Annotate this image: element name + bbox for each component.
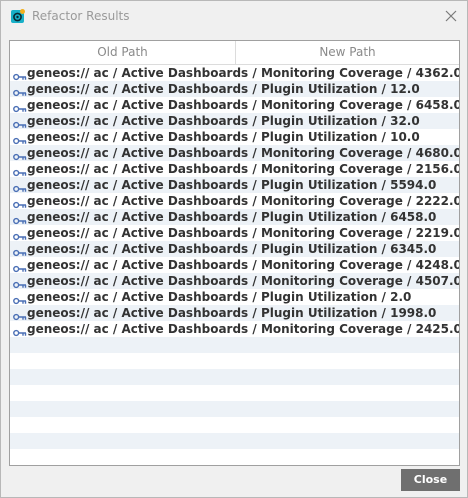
empty-row — [10, 417, 459, 433]
key-icon — [13, 69, 27, 81]
row-path-text: geneos:// ac / Active Dashboards / Plugi… — [27, 290, 412, 304]
refactor-results-window: Refactor Results Old Path New Path geneo… — [0, 0, 468, 498]
key-icon — [13, 165, 27, 177]
key-icon — [13, 117, 27, 129]
key-icon — [13, 277, 27, 289]
empty-row — [10, 369, 459, 385]
row-path-text: geneos:// ac / Active Dashboards / Plugi… — [27, 242, 437, 256]
empty-row — [10, 401, 459, 417]
row-path-text: geneos:// ac / Active Dashboards / Monit… — [27, 274, 460, 288]
table-row[interactable]: geneos:// ac / Active Dashboards / Plugi… — [10, 177, 459, 193]
table-row[interactable]: geneos:// ac / Active Dashboards / Plugi… — [10, 305, 459, 321]
key-icon — [13, 85, 27, 97]
table-row[interactable]: geneos:// ac / Active Dashboards / Plugi… — [10, 81, 459, 97]
empty-row — [10, 337, 459, 353]
column-header-old-path[interactable]: Old Path — [10, 41, 235, 64]
empty-row — [10, 449, 459, 465]
table-row[interactable]: geneos:// ac / Active Dashboards / Plugi… — [10, 113, 459, 129]
row-path-text: geneos:// ac / Active Dashboards / Monit… — [27, 98, 460, 112]
title-bar: Refactor Results — [1, 1, 467, 33]
row-path-text: geneos:// ac / Active Dashboards / Plugi… — [27, 82, 420, 96]
table-row[interactable]: geneos:// ac / Active Dashboards / Monit… — [10, 225, 459, 241]
window-title: Refactor Results — [32, 9, 130, 23]
key-icon — [13, 309, 27, 321]
close-button[interactable]: Close — [401, 469, 460, 491]
table-row[interactable]: geneos:// ac / Active Dashboards / Monit… — [10, 161, 459, 177]
key-icon — [13, 197, 27, 209]
key-icon — [13, 181, 27, 193]
row-path-text: geneos:// ac / Active Dashboards / Plugi… — [27, 114, 420, 128]
empty-row — [10, 433, 459, 449]
table-row[interactable]: geneos:// ac / Active Dashboards / Monit… — [10, 97, 459, 113]
results-table: Old Path New Path geneos:// ac / Active … — [9, 40, 460, 466]
empty-row — [10, 385, 459, 401]
key-icon — [13, 245, 27, 257]
table-row[interactable]: geneos:// ac / Active Dashboards / Plugi… — [10, 241, 459, 257]
table-row[interactable]: geneos:// ac / Active Dashboards / Monit… — [10, 145, 459, 161]
empty-row — [10, 465, 459, 466]
row-path-text: geneos:// ac / Active Dashboards / Monit… — [27, 194, 460, 208]
table-row[interactable]: geneos:// ac / Active Dashboards / Plugi… — [10, 129, 459, 145]
row-path-text: geneos:// ac / Active Dashboards / Monit… — [27, 162, 460, 176]
row-path-text: geneos:// ac / Active Dashboards / Monit… — [27, 258, 460, 272]
table-row[interactable]: geneos:// ac / Active Dashboards / Monit… — [10, 257, 459, 273]
table-row[interactable]: geneos:// ac / Active Dashboards / Monit… — [10, 321, 459, 337]
key-icon — [13, 101, 27, 113]
key-icon — [13, 229, 27, 241]
column-header-new-path[interactable]: New Path — [236, 41, 459, 64]
table-row[interactable]: geneos:// ac / Active Dashboards / Plugi… — [10, 209, 459, 225]
key-icon — [13, 261, 27, 273]
table-row[interactable]: geneos:// ac / Active Dashboards / Monit… — [10, 65, 459, 81]
row-path-text: geneos:// ac / Active Dashboards / Monit… — [27, 322, 460, 336]
close-icon[interactable] — [443, 8, 459, 24]
table-header: Old Path New Path — [10, 41, 459, 65]
row-path-text: geneos:// ac / Active Dashboards / Plugi… — [27, 210, 437, 224]
row-path-text: geneos:// ac / Active Dashboards / Monit… — [27, 146, 460, 160]
key-icon — [13, 325, 27, 337]
app-icon — [11, 9, 25, 23]
key-icon — [13, 133, 27, 145]
key-icon — [13, 213, 27, 225]
key-icon — [13, 293, 27, 305]
table-row[interactable]: geneos:// ac / Active Dashboards / Monit… — [10, 273, 459, 289]
table-empty-area — [10, 337, 459, 466]
table-row[interactable]: geneos:// ac / Active Dashboards / Monit… — [10, 193, 459, 209]
row-path-text: geneos:// ac / Active Dashboards / Plugi… — [27, 306, 437, 320]
empty-row — [10, 353, 459, 369]
row-path-text: geneos:// ac / Active Dashboards / Plugi… — [27, 178, 437, 192]
row-path-text: geneos:// ac / Active Dashboards / Monit… — [27, 226, 460, 240]
row-path-text: geneos:// ac / Active Dashboards / Monit… — [27, 66, 460, 80]
table-body: geneos:// ac / Active Dashboards / Monit… — [10, 65, 459, 337]
key-icon — [13, 149, 27, 161]
table-row[interactable]: geneos:// ac / Active Dashboards / Plugi… — [10, 289, 459, 305]
row-path-text: geneos:// ac / Active Dashboards / Plugi… — [27, 130, 420, 144]
